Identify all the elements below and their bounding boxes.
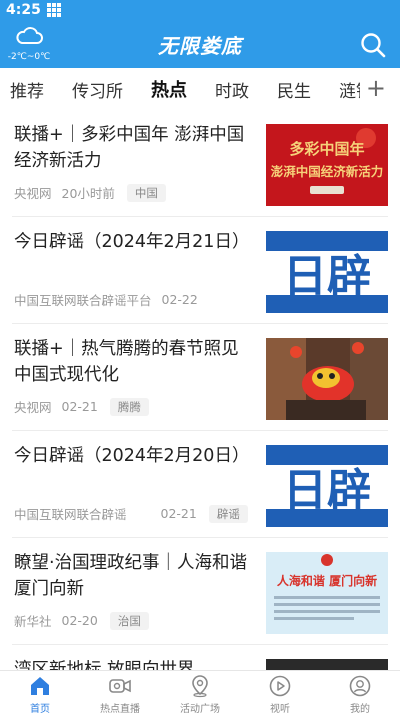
tab-recommend[interactable]: 推荐 (10, 77, 44, 102)
app-grid-icon (46, 3, 61, 17)
news-item[interactable]: 今日辟谣（2024年2月21日） 中国互联网联合辟谣平台 02-22 日辟 (12, 217, 388, 324)
news-thumbnail: 人海和谐 厦门向新 (266, 552, 388, 634)
tab-hotspot[interactable]: 热点 (151, 76, 187, 102)
home-icon (31, 677, 49, 695)
news-meta: 新华社 02-20 治国 (14, 611, 149, 630)
nav-live[interactable]: 热点直播 (80, 671, 160, 719)
news-title: 今日辟谣（2024年2月20日） (14, 446, 250, 466)
app-title: 无限娄底 (158, 34, 242, 58)
play-circle-icon (269, 675, 291, 697)
news-thumbnail (266, 659, 388, 670)
nav-profile[interactable]: 我的 (320, 671, 400, 719)
news-item[interactable]: 联播+｜热气腾腾的春节照见中国式现代化 央视网 02-21 腾腾 (12, 324, 388, 431)
news-source: 中国互联网联合辟谣平台 (14, 293, 152, 308)
news-time: 02-21 (61, 399, 98, 414)
nav-home[interactable]: 首页 (0, 671, 80, 719)
search-icon[interactable] (360, 32, 386, 58)
news-source: 央视网 (14, 400, 52, 415)
news-thumbnail (266, 338, 388, 420)
thumb-text-2: 澎湃中国经济新活力 (271, 164, 384, 179)
bottom-nav: 首页 热点直播 活动广场 视听 我的 (0, 670, 400, 719)
app-header: -2℃~0℃ 无限娄底 (0, 20, 400, 68)
news-tag: 辟谣 (208, 504, 248, 523)
news-item[interactable]: 瞭望·治国理政纪事｜人海和谐 厦门向新 新华社 02-20 治国 人海和谐 厦门… (12, 538, 388, 645)
tab-politics[interactable]: 时政 (215, 77, 249, 102)
location-pin-icon (192, 675, 208, 698)
news-time: 02-20 (61, 613, 98, 628)
news-source: 央视网 (14, 186, 52, 201)
news-tag: 腾腾 (109, 397, 149, 416)
thumb-text-1: 多彩中国年 (289, 140, 364, 158)
nav-label: 视听 (270, 704, 290, 715)
add-tab-button[interactable]: + (359, 74, 386, 102)
news-time: 02-22 (161, 292, 198, 307)
nav-label: 活动广场 (180, 704, 220, 715)
thumb-text-1: 日辟 (283, 251, 371, 302)
news-time: 20小时前 (61, 186, 115, 201)
user-icon (349, 675, 371, 697)
news-meta: 央视网 02-21 腾腾 (14, 397, 149, 416)
news-thumbnail: 多彩中国年 澎湃中国经济新活力 (266, 124, 388, 206)
status-bar: 4:25 (0, 0, 400, 20)
news-meta: 中国互联网联合辟谣 02-21 辟谣 (14, 504, 248, 523)
news-title: 联播+｜多彩中国年 澎湃中国经济新活力 (14, 125, 245, 171)
news-thumbnail: 日辟 (266, 445, 388, 527)
news-title: 联播+｜热气腾腾的春节照见中国式现代化 (14, 339, 239, 385)
news-tag: 中国 (126, 183, 166, 202)
nav-label: 我的 (350, 704, 370, 715)
news-feed: 联播+｜多彩中国年 澎湃中国经济新活力 央视网 20小时前 中国 多彩中国年 澎… (0, 110, 400, 670)
news-thumbnail: 日辟 (266, 231, 388, 313)
news-item[interactable]: 联播+｜多彩中国年 澎湃中国经济新活力 央视网 20小时前 中国 多彩中国年 澎… (12, 110, 388, 217)
news-title: 今日辟谣（2024年2月21日） (14, 232, 250, 252)
news-item[interactable]: 湾区新地标 放眼向世界 (12, 645, 388, 670)
news-meta: 央视网 20小时前 中国 (14, 183, 166, 202)
news-source: 中国互联网联合辟谣 (14, 507, 127, 522)
category-tabs: 推荐 传习所 热点 时政 民生 涟钢 + (0, 68, 400, 110)
live-camera-icon (109, 679, 131, 693)
nav-activity[interactable]: 活动广场 (160, 671, 240, 719)
news-title: 湾区新地标 放眼向世界 (14, 660, 195, 670)
thumb-text-1: 日辟 (283, 465, 371, 516)
news-meta: 中国互联网联合辟谣平台 02-22 (14, 290, 198, 309)
news-title: 瞭望·治国理政纪事｜人海和谐 厦门向新 (14, 553, 248, 599)
tab-chuanxisuo[interactable]: 传习所 (72, 77, 123, 102)
news-tag: 治国 (109, 611, 149, 630)
thumb-text-1: 人海和谐 厦门向新 (277, 573, 377, 588)
tab-livelihood[interactable]: 民生 (277, 77, 311, 102)
nav-label: 首页 (30, 704, 50, 715)
nav-label: 热点直播 (100, 704, 140, 715)
news-time: 02-21 (160, 506, 197, 521)
nav-media[interactable]: 视听 (240, 671, 320, 719)
news-source: 新华社 (14, 614, 52, 629)
news-item[interactable]: 今日辟谣（2024年2月20日） 中国互联网联合辟谣 02-21 辟谣 日辟 (12, 431, 388, 538)
status-time: 4:25 (6, 2, 41, 18)
